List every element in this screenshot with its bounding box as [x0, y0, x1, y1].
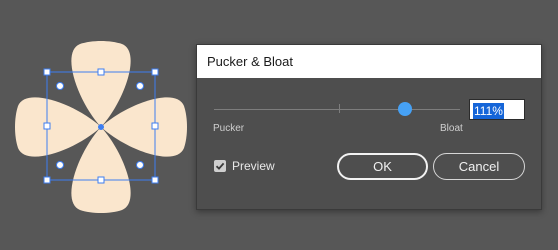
pucker-bloat-value-input[interactable]: 111%: [469, 99, 525, 120]
handle-bottom-right[interactable]: [151, 176, 159, 184]
ok-button[interactable]: OK: [337, 153, 428, 180]
checkmark-icon: [215, 162, 225, 170]
cancel-button[interactable]: Cancel: [433, 153, 525, 180]
center-point: [98, 124, 104, 130]
pucker-bloat-slider-thumb[interactable]: [398, 102, 412, 116]
artboard-canvas[interactable]: [0, 0, 196, 250]
handle-top-middle[interactable]: [97, 68, 105, 76]
pucker-bloat-slider-track[interactable]: [214, 109, 460, 110]
handle-top-left[interactable]: [43, 68, 51, 76]
preview-checkbox[interactable]: [214, 160, 226, 172]
corner-widget-top-right[interactable]: [136, 82, 144, 90]
corner-widget-bottom-right[interactable]: [136, 161, 144, 169]
dialog-title: Pucker & Bloat: [197, 45, 541, 78]
corner-widget-top-left[interactable]: [56, 82, 64, 90]
handle-middle-right[interactable]: [151, 122, 159, 130]
handle-bottom-middle[interactable]: [97, 176, 105, 184]
preview-checkbox-row[interactable]: Preview: [214, 159, 275, 173]
value-input-text: 111%: [473, 103, 504, 119]
handle-middle-left[interactable]: [43, 122, 51, 130]
slider-center-tick: [339, 104, 340, 113]
handle-bottom-left[interactable]: [43, 176, 51, 184]
handle-top-right[interactable]: [151, 68, 159, 76]
pucker-label: Pucker: [213, 123, 245, 134]
corner-widget-bottom-left[interactable]: [56, 161, 64, 169]
bloat-label: Bloat: [440, 123, 463, 134]
pucker-bloat-dialog: Pucker & Bloat 111% Pucker Bloat Preview…: [196, 44, 542, 210]
preview-label: Preview: [232, 159, 275, 173]
